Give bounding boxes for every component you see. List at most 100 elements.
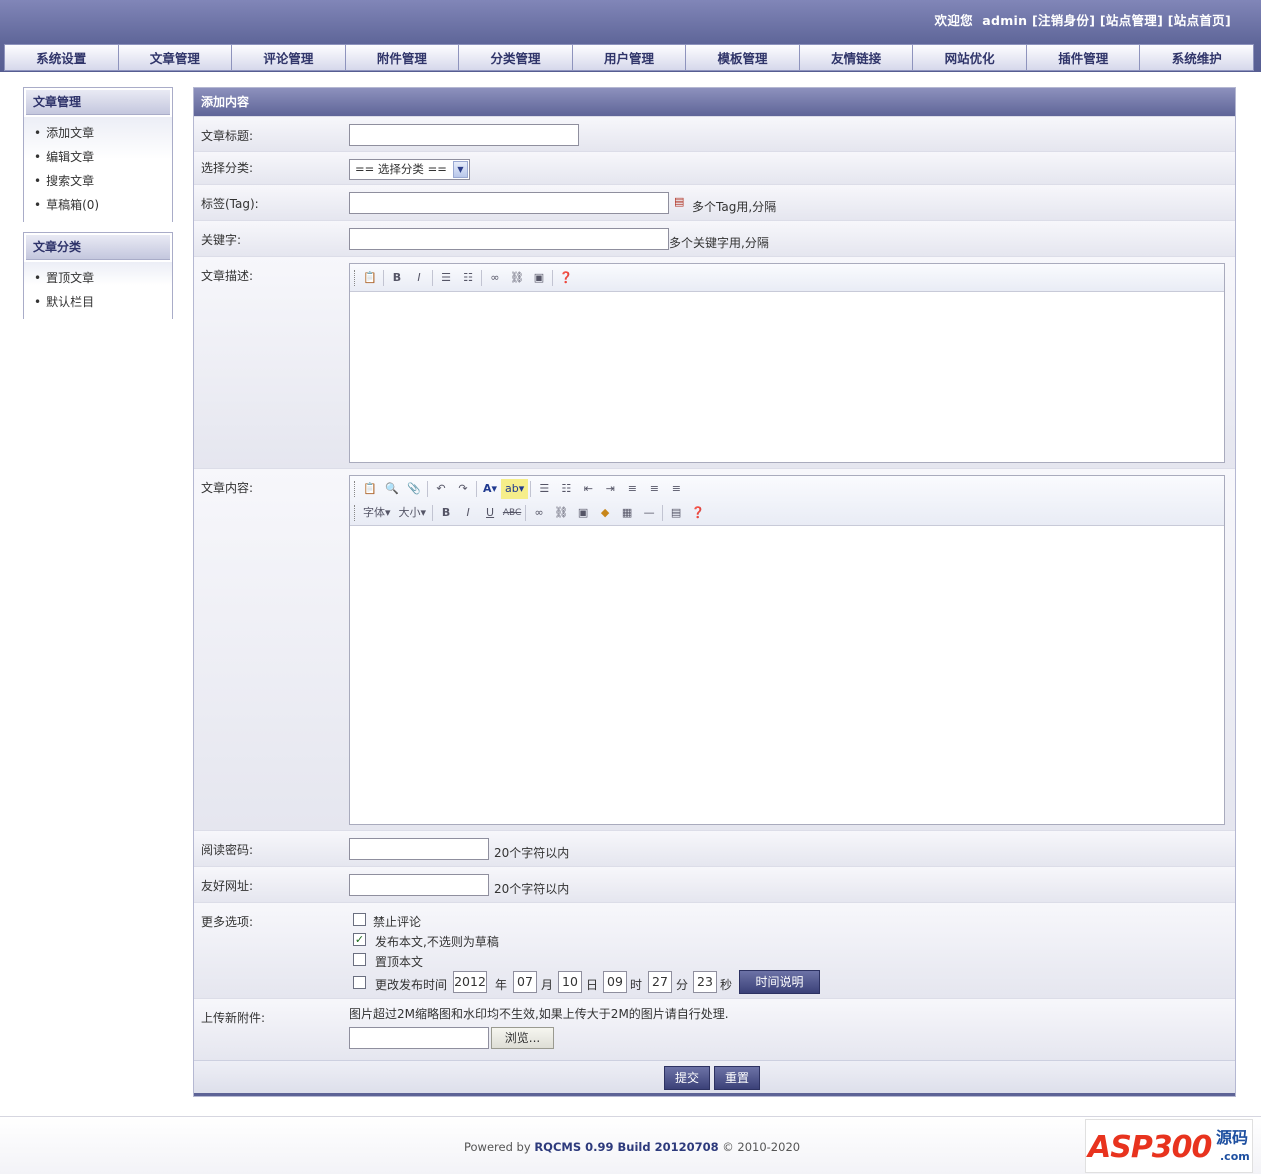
- nav-friend-links[interactable]: 友情链接: [799, 44, 914, 71]
- top-article-checkbox[interactable]: [353, 953, 366, 966]
- nav-category-mgmt[interactable]: 分类管理: [459, 44, 573, 71]
- link-icon[interactable]: ∞: [484, 268, 506, 288]
- redo-icon[interactable]: ↷: [452, 479, 474, 499]
- chevron-down-icon[interactable]: ▼: [453, 161, 468, 178]
- keyword-input[interactable]: [349, 228, 669, 250]
- unordered-list-icon[interactable]: ☷: [457, 268, 479, 288]
- minute-input[interactable]: 27: [648, 971, 672, 993]
- nav-plugin-mgmt[interactable]: 插件管理: [1026, 44, 1141, 71]
- underline-icon[interactable]: U: [479, 503, 501, 523]
- image-icon[interactable]: ▣: [528, 268, 550, 288]
- browse-button[interactable]: 浏览...: [491, 1027, 554, 1049]
- sidebar-article-cat: 文章分类 置顶文章 默认栏目: [23, 232, 173, 320]
- paste-word-icon[interactable]: 📎: [403, 479, 425, 499]
- nav-comment-mgmt[interactable]: 评论管理: [232, 44, 346, 71]
- align-left-icon[interactable]: ≡: [621, 479, 643, 499]
- unlink-icon[interactable]: ⛓: [550, 503, 572, 523]
- sidebar-article-mgmt: 文章管理 添加文章 编辑文章 搜索文章 草稿箱(0): [23, 87, 173, 223]
- change-time-checkbox[interactable]: [353, 976, 366, 989]
- nav-article-mgmt[interactable]: 文章管理: [118, 44, 233, 71]
- sidebar-item-default-column[interactable]: 默认栏目: [34, 290, 172, 314]
- upload-hint: 图片超过2M缩略图和水印均不生效,如果上传大于2M的图片请自行处理.: [349, 1007, 729, 1021]
- second-input[interactable]: 23: [693, 971, 717, 993]
- month-input[interactable]: 07: [513, 971, 537, 993]
- content-label: 文章内容:: [201, 481, 254, 495]
- highlight-icon[interactable]: ab▾: [501, 479, 529, 499]
- sidebar-item-search-article[interactable]: 搜索文章: [34, 169, 172, 193]
- table-icon[interactable]: ▦: [616, 503, 638, 523]
- site-home-link[interactable]: [站点首页]: [1168, 13, 1231, 28]
- description-textarea[interactable]: [350, 292, 1224, 462]
- sidebar-item-add-article[interactable]: 添加文章: [34, 121, 172, 145]
- day-unit: 日: [586, 978, 599, 992]
- nav-system-settings[interactable]: 系统设置: [4, 44, 119, 71]
- nav-user-mgmt[interactable]: 用户管理: [572, 44, 687, 71]
- media-icon[interactable]: ◆: [594, 503, 616, 523]
- nav-system-maintenance[interactable]: 系统维护: [1140, 44, 1255, 71]
- logo-com: .com: [1220, 1150, 1250, 1163]
- sidebar-item-drafts[interactable]: 草稿箱(0): [34, 193, 172, 217]
- help-icon[interactable]: ❓: [555, 268, 577, 288]
- category-select[interactable]: == 选择分类 == ▼: [349, 159, 470, 180]
- read-password-input[interactable]: [349, 838, 489, 860]
- hour-input[interactable]: 09: [603, 971, 627, 993]
- ordered-list-icon[interactable]: ☰: [533, 479, 555, 499]
- image-icon[interactable]: ▣: [572, 503, 594, 523]
- article-title-input[interactable]: [349, 124, 579, 146]
- paste-text-icon[interactable]: 🔍: [381, 479, 403, 499]
- second-unit: 秒: [720, 978, 733, 992]
- ordered-list-icon[interactable]: ☰: [435, 268, 457, 288]
- link-icon[interactable]: ∞: [528, 503, 550, 523]
- upload-file-input[interactable]: [349, 1027, 489, 1049]
- logo-main: ASP300: [1088, 1130, 1212, 1165]
- content-toolbar: 📋 🔍 📎 ↶ ↷ A▾ ab▾ ☰ ☷ ⇤ ⇥ ≡ ≡ ≡ 字体▾ 大小▾ B…: [350, 476, 1224, 526]
- source-code-icon[interactable]: ▤: [665, 503, 687, 523]
- asp300-logo[interactable]: ASP300 源码 .com: [1085, 1119, 1253, 1173]
- italic-icon[interactable]: I: [408, 268, 430, 288]
- sidebar-item-edit-article[interactable]: 编辑文章: [34, 145, 172, 169]
- font-family-dropdown[interactable]: 字体▾: [359, 503, 395, 523]
- nav-attachment-mgmt[interactable]: 附件管理: [345, 44, 460, 71]
- nav-template-mgmt[interactable]: 模板管理: [686, 44, 800, 71]
- tag-picker-icon[interactable]: ▤: [674, 195, 684, 208]
- logout-link[interactable]: [注销身份]: [1032, 13, 1095, 28]
- reset-button[interactable]: 重置: [714, 1066, 760, 1090]
- unlink-icon[interactable]: ⛓: [506, 268, 528, 288]
- toolbar-grip-icon: [354, 269, 357, 286]
- bold-icon[interactable]: B: [386, 268, 408, 288]
- submit-button[interactable]: 提交: [664, 1066, 710, 1090]
- product-version: RQCMS 0.99 Build 20120708: [534, 1140, 719, 1154]
- undo-icon[interactable]: ↶: [430, 479, 452, 499]
- year-input[interactable]: 2012: [453, 971, 487, 993]
- help-icon[interactable]: ❓: [687, 503, 709, 523]
- site-admin-link[interactable]: [站点管理]: [1100, 13, 1163, 28]
- publish-label: 发布本文,不选则为草稿: [375, 935, 499, 949]
- sidebar-item-top-articles[interactable]: 置顶文章: [34, 266, 172, 290]
- hour-unit: 时: [630, 978, 643, 992]
- content-textarea[interactable]: [350, 526, 1224, 822]
- row-friendly-url: 友好网址: 20个字符以内: [194, 866, 1235, 902]
- align-right-icon[interactable]: ≡: [665, 479, 687, 499]
- no-comment-checkbox[interactable]: [353, 913, 366, 926]
- outdent-icon[interactable]: ⇤: [577, 479, 599, 499]
- friendly-url-input[interactable]: [349, 874, 489, 896]
- strikethrough-icon[interactable]: ABC: [501, 503, 523, 523]
- align-center-icon[interactable]: ≡: [643, 479, 665, 499]
- welcome-bar: 欢迎您 admin [注销身份] [站点管理] [站点首页]: [935, 10, 1231, 29]
- tag-input[interactable]: [349, 192, 669, 214]
- day-input[interactable]: 10: [558, 971, 582, 993]
- time-help-button[interactable]: 时间说明: [739, 970, 820, 994]
- bold-icon[interactable]: B: [435, 503, 457, 523]
- nav-seo[interactable]: 网站优化: [913, 44, 1027, 71]
- sidebar-article-cat-title: 文章分类: [26, 235, 170, 260]
- font-size-dropdown[interactable]: 大小▾: [395, 503, 431, 523]
- publish-checkbox[interactable]: ✓: [353, 933, 366, 946]
- font-color-icon[interactable]: A▾: [479, 479, 501, 499]
- unordered-list-icon[interactable]: ☷: [555, 479, 577, 499]
- paste-icon[interactable]: 📋: [359, 268, 381, 288]
- horizontal-rule-icon[interactable]: —: [638, 503, 660, 523]
- italic-icon[interactable]: I: [457, 503, 479, 523]
- paste-icon[interactable]: 📋: [359, 479, 381, 499]
- indent-icon[interactable]: ⇥: [599, 479, 621, 499]
- description-toolbar: 📋 B I ☰ ☷ ∞ ⛓ ▣ ❓: [350, 264, 1224, 292]
